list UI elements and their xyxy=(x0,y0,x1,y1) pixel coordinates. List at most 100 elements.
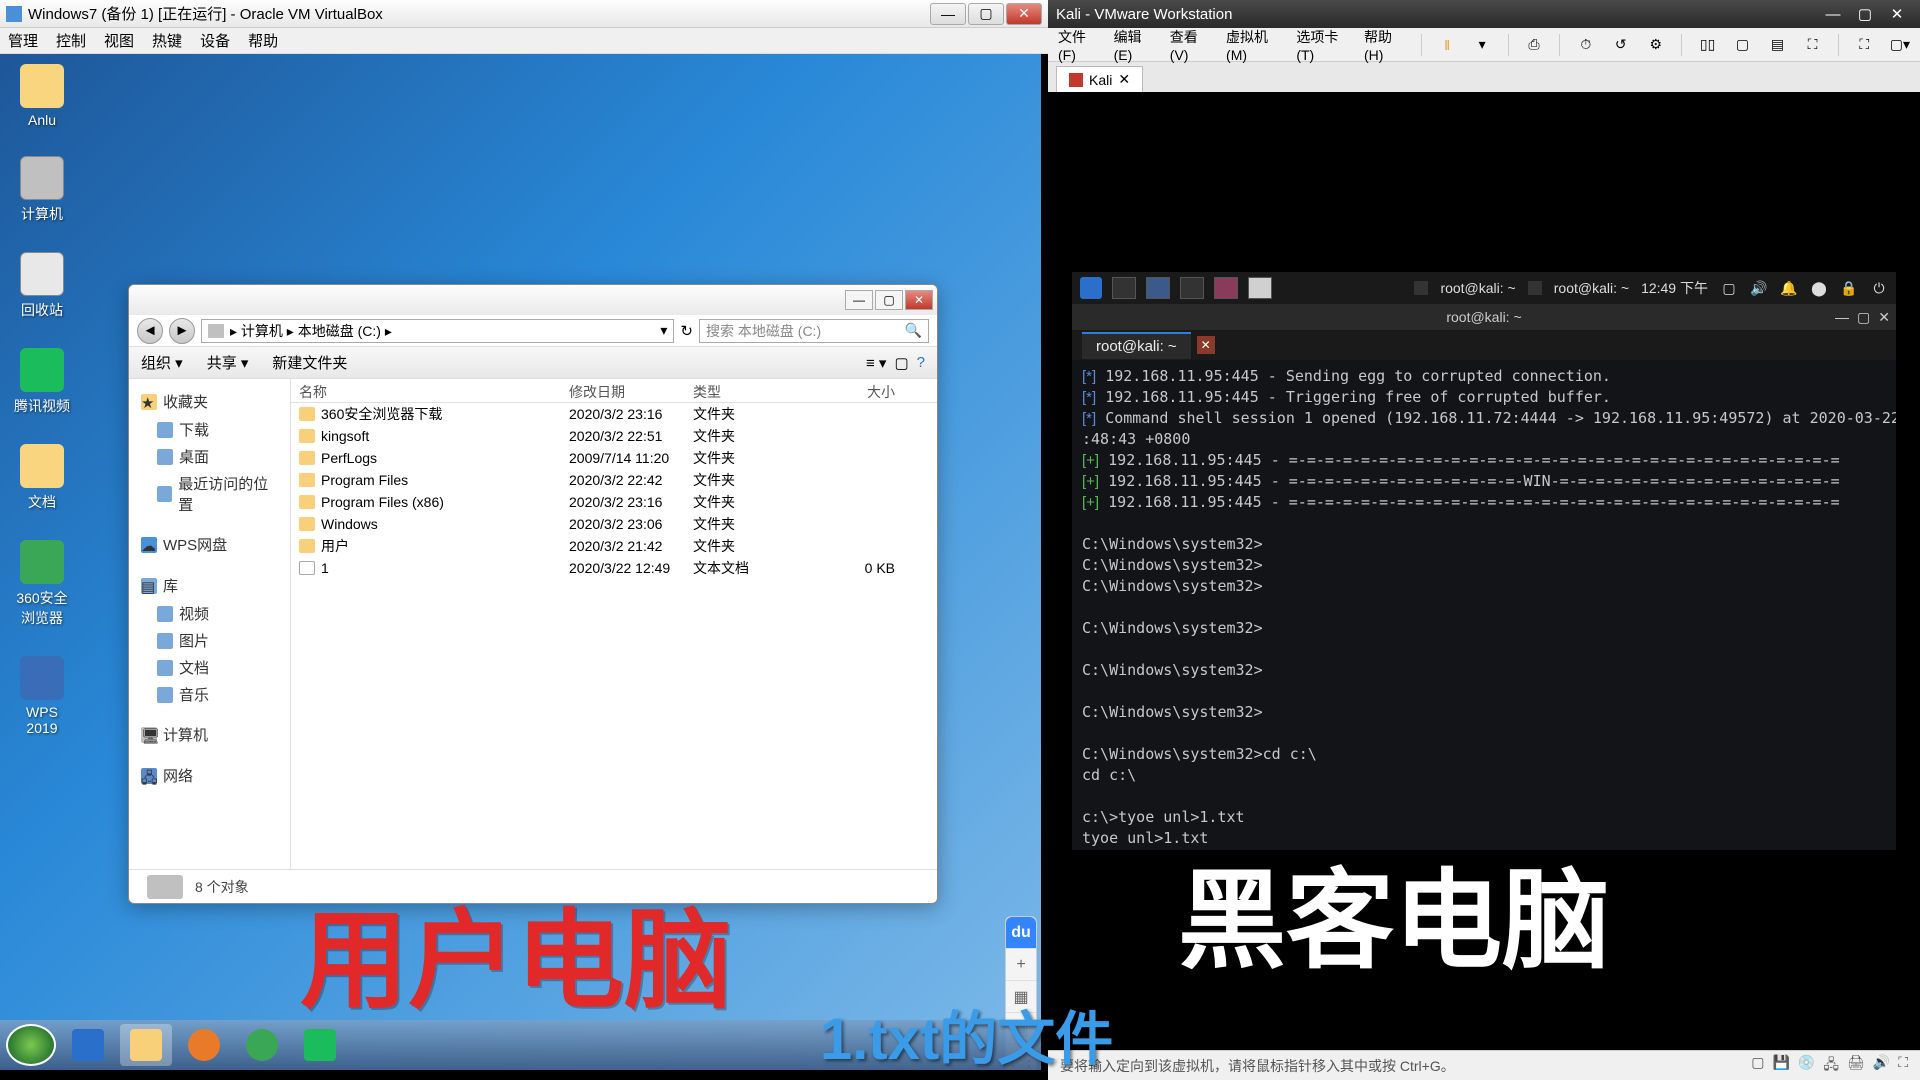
minimize-button[interactable]: — xyxy=(1835,309,1849,326)
file-row[interactable]: 1 2020/3/22 12:49 文本文档 0 KB xyxy=(291,557,937,579)
help-button[interactable]: ? xyxy=(917,354,925,371)
minimize-button[interactable]: — xyxy=(845,290,873,310)
file-row[interactable]: Program Files (x86) 2020/3/2 23:16 文件夹 xyxy=(291,491,937,513)
tray-volume-icon[interactable]: 🔊 xyxy=(1750,279,1768,297)
tab-close-button[interactable]: ✕ xyxy=(1197,336,1215,354)
snapshot-manage-icon[interactable]: ⚙ xyxy=(1646,34,1665,56)
taskbar-media[interactable] xyxy=(178,1024,230,1066)
device-icon[interactable]: 🖧 xyxy=(1823,1054,1839,1078)
layout-icon[interactable]: ▢ xyxy=(1733,34,1752,56)
layout-icon[interactable]: ▯▯ xyxy=(1698,34,1717,56)
sidebar-item[interactable]: 文档 xyxy=(133,654,286,681)
taskbar-terminal[interactable] xyxy=(1248,277,1272,299)
terminal-output[interactable]: [*] 192.168.11.95:445 - Sending egg to c… xyxy=(1072,360,1896,850)
maximize-button[interactable]: ▢ xyxy=(875,290,903,310)
menu-item[interactable]: 编辑(E) xyxy=(1114,27,1154,63)
sidebar-wps[interactable]: ☁WPS网盘 xyxy=(133,530,286,559)
device-icon[interactable]: 💿 xyxy=(1798,1054,1815,1078)
search-box[interactable]: 搜索 本地磁盘 (C:) 🔍 xyxy=(699,319,929,343)
sidebar-item[interactable]: 视频 xyxy=(133,600,286,627)
back-button[interactable]: ◄ xyxy=(137,318,163,344)
taskbar-app[interactable] xyxy=(1146,277,1170,299)
minimize-button[interactable]: — xyxy=(1818,4,1848,24)
tray-notify-icon[interactable]: 🔔 xyxy=(1780,279,1798,297)
maximize-button[interactable]: ▢ xyxy=(968,3,1004,25)
start-button[interactable] xyxy=(6,1024,56,1066)
menu-item[interactable]: 选项卡(T) xyxy=(1296,27,1348,63)
taskbar-app[interactable] xyxy=(1112,277,1136,299)
organize-menu[interactable]: 组织 ▾ xyxy=(141,352,183,373)
column-size[interactable]: 大小 xyxy=(803,379,903,402)
column-name[interactable]: 名称 xyxy=(291,379,561,402)
close-button[interactable]: ✕ xyxy=(1006,3,1042,25)
menu-item[interactable]: 控制 xyxy=(56,30,86,51)
menu-item[interactable]: 帮助 xyxy=(248,30,278,51)
view-menu[interactable]: ≡ ▾ xyxy=(866,354,886,372)
tray-network-icon[interactable]: ⬤ xyxy=(1810,279,1828,297)
fullscreen-button[interactable]: ⛶ xyxy=(1855,34,1874,56)
tray-display-icon[interactable]: ▢ xyxy=(1720,279,1738,297)
device-icon[interactable]: ⛶ xyxy=(1898,1054,1908,1078)
file-row[interactable]: 用户 2020/3/2 21:42 文件夹 xyxy=(291,535,937,557)
snapshot-take-icon[interactable]: ⏱ xyxy=(1576,34,1595,56)
device-icon[interactable]: 🖨 xyxy=(1847,1054,1865,1078)
refresh-button[interactable]: ↻ xyxy=(680,322,693,340)
desktop-icon[interactable]: 文档 xyxy=(10,444,74,512)
desktop-icon[interactable]: 360安全浏览器 xyxy=(10,540,74,628)
desktop-icon[interactable]: WPS 2019 xyxy=(10,656,74,736)
address-bar[interactable]: ▸ 计算机 ▸ 本地磁盘 (C:) ▸ ▾ xyxy=(201,319,674,343)
file-row[interactable]: PerfLogs 2009/7/14 11:20 文件夹 xyxy=(291,447,937,469)
device-icon[interactable]: ▢ xyxy=(1751,1054,1764,1078)
snapshot-revert-icon[interactable]: ↺ xyxy=(1611,34,1630,56)
layout-icon[interactable]: ⛶ xyxy=(1803,34,1822,56)
menu-item[interactable]: 文件(F) xyxy=(1058,27,1098,63)
file-row[interactable]: Program Files 2020/3/2 22:42 文件夹 xyxy=(291,469,937,491)
tray-window[interactable]: root@kali: ~ xyxy=(1554,280,1629,296)
file-row[interactable]: kingsoft 2020/3/2 22:51 文件夹 xyxy=(291,425,937,447)
taskbar-tencent[interactable] xyxy=(294,1024,346,1066)
kali-logo-icon[interactable] xyxy=(1080,277,1102,299)
desktop-icon[interactable]: 计算机 xyxy=(10,156,74,224)
vm-tab-kali[interactable]: Kali ✕ xyxy=(1056,66,1143,92)
taskbar-app[interactable] xyxy=(1180,277,1204,299)
file-row[interactable]: Windows 2020/3/2 23:06 文件夹 xyxy=(291,513,937,535)
desktop-icon[interactable]: Anlu xyxy=(10,64,74,128)
layout-icon[interactable]: ▤ xyxy=(1768,34,1787,56)
desktop-icon[interactable]: 腾讯视频 xyxy=(10,348,74,416)
sidebar-item[interactable]: 图片 xyxy=(133,627,286,654)
taskbar-ie[interactable] xyxy=(62,1024,114,1066)
menu-item[interactable]: 虚拟机(M) xyxy=(1226,27,1280,63)
taskbar-explorer[interactable] xyxy=(120,1024,172,1066)
pause-button[interactable]: ‖ xyxy=(1438,34,1457,56)
sidebar-item[interactable]: 桌面 xyxy=(133,443,286,470)
sidebar-item[interactable]: 音乐 xyxy=(133,681,286,708)
baidu-plus-icon[interactable]: + xyxy=(1006,949,1036,981)
menu-item[interactable]: 查看(V) xyxy=(1170,27,1210,63)
share-menu[interactable]: 共享 ▾ xyxy=(207,352,249,373)
sidebar-item[interactable]: 最近访问的位置 xyxy=(133,470,286,518)
column-type[interactable]: 类型 xyxy=(685,379,803,402)
maximize-button[interactable]: ▢ xyxy=(1850,4,1880,24)
close-button[interactable]: ✕ xyxy=(1878,309,1890,326)
terminal-tab[interactable]: root@kali: ~ xyxy=(1082,332,1191,359)
taskbar-app[interactable] xyxy=(1214,277,1238,299)
minimize-button[interactable]: — xyxy=(930,3,966,25)
sidebar-favorites[interactable]: ★收藏夹 xyxy=(133,387,286,416)
sidebar-computer[interactable]: 🖥计算机 xyxy=(133,720,286,749)
desktop-icon[interactable]: 回收站 xyxy=(10,252,74,320)
device-icon[interactable]: 🔊 xyxy=(1873,1054,1890,1078)
menu-item[interactable]: 设备 xyxy=(200,30,230,51)
file-row[interactable]: 360安全浏览器下载 2020/3/2 23:16 文件夹 xyxy=(291,403,937,425)
new-folder-button[interactable]: 新建文件夹 xyxy=(272,352,347,373)
unity-button[interactable]: ▢▾ xyxy=(1890,34,1910,56)
tray-lock-icon[interactable]: 🔒 xyxy=(1840,279,1858,297)
close-button[interactable]: ✕ xyxy=(1882,4,1912,24)
file-list-header[interactable]: 名称 修改日期 类型 大小 xyxy=(291,379,937,403)
sidebar-network[interactable]: 🖧网络 xyxy=(133,761,286,790)
power-menu[interactable]: ▾ xyxy=(1473,34,1492,56)
win7-desktop[interactable]: Anlu 计算机回收站腾讯视频文档 360安全浏览器 WPS 2019 — ▢ ✕ ◄… xyxy=(0,54,1041,1070)
close-button[interactable]: ✕ xyxy=(905,290,933,310)
sidebar-library[interactable]: ▤库 xyxy=(133,571,286,600)
tray-clock[interactable]: 12:49 下午 xyxy=(1641,278,1708,298)
sidebar-item[interactable]: 下载 xyxy=(133,416,286,443)
